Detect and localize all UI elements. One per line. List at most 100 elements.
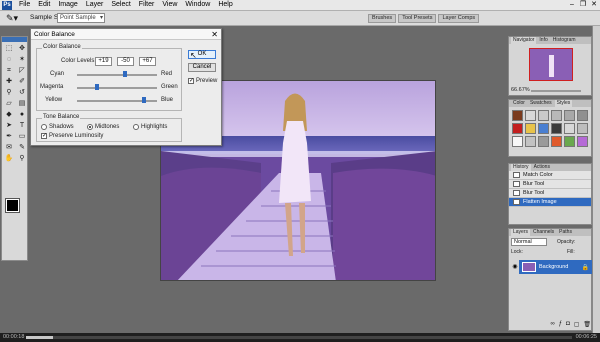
tab-tool-presets[interactable]: Tool Presets — [398, 14, 437, 23]
menu-image[interactable]: Image — [54, 0, 81, 10]
yellow-blue-slider-thumb[interactable] — [141, 97, 146, 103]
style-swatch[interactable] — [564, 136, 575, 147]
tab-brushes[interactable]: Brushes — [368, 14, 397, 23]
menu-select[interactable]: Select — [107, 0, 134, 10]
panel-collapse-strip[interactable] — [592, 26, 600, 333]
tab-navigator[interactable]: Navigator — [511, 37, 537, 44]
style-swatch[interactable] — [525, 123, 536, 134]
yellow-blue-input[interactable]: +67 — [139, 57, 156, 66]
blur-tool-icon[interactable]: ◆ — [3, 110, 15, 120]
hand-tool-icon[interactable]: ✋ — [3, 154, 15, 164]
eraser-tool-icon[interactable]: ▱ — [3, 99, 15, 109]
new-layer-icon[interactable]: ▢ — [574, 321, 580, 328]
link-layers-icon[interactable]: ∞ — [550, 321, 554, 328]
tab-styles[interactable]: Styles — [554, 100, 573, 107]
layer-style-icon[interactable]: ƒ — [559, 321, 562, 328]
highlights-radio[interactable] — [133, 124, 139, 130]
close-icon[interactable]: ✕ — [590, 1, 598, 9]
gradient-tool-icon[interactable]: ▤ — [16, 99, 28, 109]
cancel-button[interactable]: Cancel — [188, 63, 216, 72]
tab-layers[interactable]: Layers — [511, 229, 531, 236]
shadows-radio[interactable] — [41, 124, 47, 130]
style-swatch[interactable] — [577, 123, 588, 134]
minimize-icon[interactable]: – — [568, 1, 576, 9]
sample-size-select[interactable]: Point Sample — [57, 13, 105, 23]
magenta-green-slider-thumb[interactable] — [95, 84, 99, 90]
healing-brush-icon[interactable]: ✚ — [3, 77, 15, 87]
preserve-luminosity-checkbox[interactable]: ✓ — [41, 133, 47, 139]
cyan-red-slider-thumb[interactable] — [122, 71, 127, 77]
dodge-tool-icon[interactable]: ● — [16, 110, 28, 120]
history-brush-icon[interactable]: ↺ — [16, 88, 28, 98]
style-swatch[interactable] — [512, 110, 523, 121]
zoom-slider[interactable] — [531, 90, 581, 92]
menu-view[interactable]: View — [158, 0, 181, 10]
notes-tool-icon[interactable]: ✉ — [3, 143, 15, 153]
style-swatch[interactable] — [564, 123, 575, 134]
style-swatch[interactable] — [538, 110, 549, 121]
dialog-title-bar[interactable]: Color Balance ✕ — [31, 29, 221, 40]
menu-help[interactable]: Help — [214, 0, 236, 10]
tab-histogram[interactable]: Histogram — [551, 37, 578, 44]
history-item[interactable]: Match Color — [509, 171, 591, 180]
style-swatch[interactable] — [538, 136, 549, 147]
menu-file[interactable]: File — [15, 0, 34, 10]
preview-checkbox[interactable]: ✓ — [188, 78, 194, 84]
history-item[interactable]: Blur Tool — [509, 180, 591, 189]
blend-mode-select[interactable]: Normal — [511, 238, 547, 246]
style-swatch[interactable] — [551, 110, 562, 121]
layer-row-background[interactable]: ◉ Background 🔒 — [511, 260, 592, 274]
tab-swatches[interactable]: Swatches — [528, 100, 554, 107]
zoom-tool-icon[interactable]: ⚲ — [16, 154, 28, 164]
mask-icon[interactable]: ◘ — [566, 321, 570, 328]
tab-info[interactable]: Info — [537, 37, 549, 44]
navigator-thumbnail[interactable] — [529, 48, 573, 81]
cyan-red-slider-track[interactable] — [77, 74, 157, 76]
zoom-level[interactable]: 66.67% — [511, 87, 530, 93]
lasso-tool-icon[interactable]: ◌ — [3, 55, 15, 65]
crop-tool-icon[interactable]: ⌗ — [3, 66, 15, 76]
slice-tool-icon[interactable]: ◸ — [16, 66, 28, 76]
style-swatch[interactable] — [512, 123, 523, 134]
tab-channels[interactable]: Channels — [531, 229, 556, 236]
tab-actions[interactable]: Actions — [532, 164, 552, 171]
menu-layer[interactable]: Layer — [82, 0, 108, 10]
style-swatch[interactable] — [551, 136, 562, 147]
style-swatch[interactable] — [538, 123, 549, 134]
style-swatch[interactable] — [577, 136, 588, 147]
style-swatch[interactable] — [525, 136, 536, 147]
menu-edit[interactable]: Edit — [34, 0, 54, 10]
cyan-red-input[interactable]: +19 — [95, 57, 112, 66]
shape-tool-icon[interactable]: ▭ — [16, 132, 28, 142]
menu-filter[interactable]: Filter — [135, 0, 159, 10]
marquee-tool-icon[interactable]: ⬚ — [3, 44, 15, 54]
magic-wand-icon[interactable]: ✶ — [16, 55, 28, 65]
style-swatch[interactable] — [551, 123, 562, 134]
brush-tool-icon[interactable]: ✐ — [16, 77, 28, 87]
tab-layer-comps[interactable]: Layer Comps — [438, 14, 480, 23]
style-swatch[interactable] — [577, 110, 588, 121]
foreground-color-swatch[interactable] — [5, 198, 20, 213]
eyedropper-icon[interactable]: ✎▾ — [6, 13, 24, 24]
close-icon[interactable]: ✕ — [211, 29, 218, 40]
tab-paths[interactable]: Paths — [557, 229, 574, 236]
type-tool-icon[interactable]: T — [16, 121, 28, 131]
magenta-green-slider-track[interactable] — [77, 87, 157, 89]
move-tool-icon[interactable]: ✥ — [16, 44, 28, 54]
style-swatch[interactable] — [512, 136, 523, 147]
style-swatch[interactable] — [525, 110, 536, 121]
playback-progress[interactable] — [26, 336, 572, 339]
style-swatch[interactable] — [564, 110, 575, 121]
magenta-green-input[interactable]: -50 — [117, 57, 134, 66]
midtones-radio[interactable] — [87, 124, 93, 130]
path-select-icon[interactable]: ➤ — [3, 121, 15, 131]
trash-icon[interactable]: 🗑 — [583, 321, 591, 328]
clone-stamp-icon[interactable]: ⚲ — [3, 88, 15, 98]
history-item-selected[interactable]: Flatten Image — [509, 198, 591, 207]
menu-window[interactable]: Window — [181, 0, 214, 10]
eye-icon[interactable]: ◉ — [511, 260, 519, 274]
pen-tool-icon[interactable]: ✒ — [3, 132, 15, 142]
tab-history[interactable]: History — [511, 164, 531, 171]
restore-icon[interactable]: ❐ — [579, 1, 587, 9]
eyedropper-tool-icon[interactable]: ✎ — [16, 143, 28, 153]
